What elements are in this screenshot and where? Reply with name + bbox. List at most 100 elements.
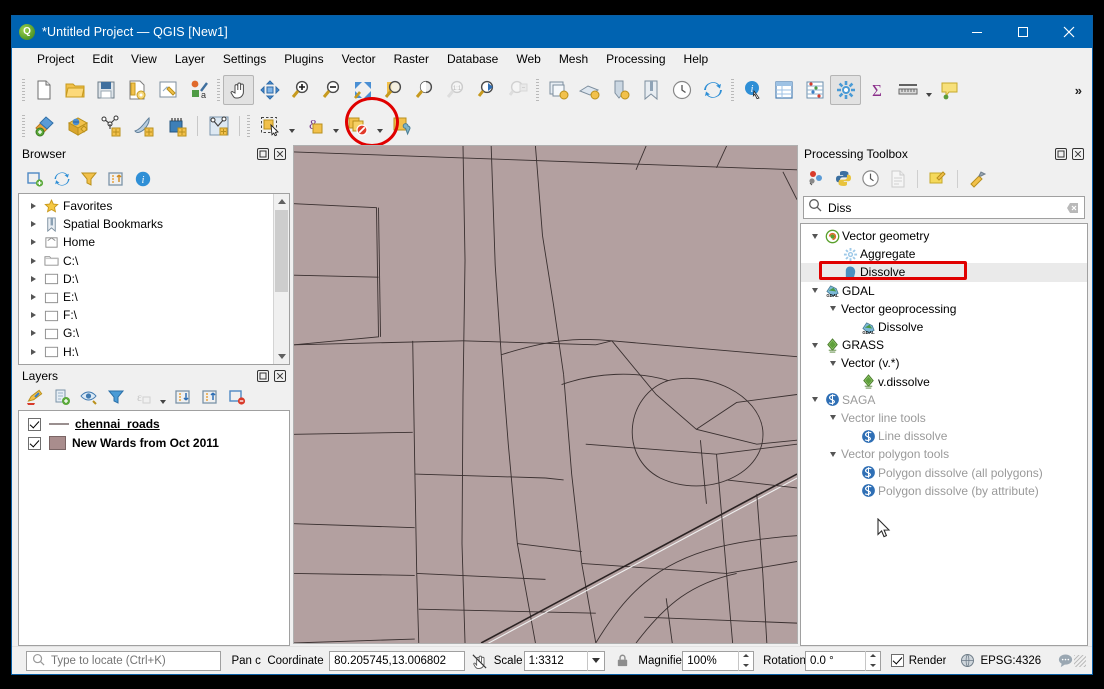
add-layer-icon[interactable] <box>28 112 61 140</box>
browser-item-home[interactable]: Home <box>19 233 289 251</box>
browser-scrollbar[interactable] <box>273 194 289 364</box>
toolbar-handle-4[interactable] <box>731 79 734 101</box>
browser-item-favorites[interactable]: Favorites <box>19 197 289 215</box>
browser-tree[interactable]: Favorites Spatial Bookmarks <box>18 193 290 365</box>
attribute-table-icon[interactable] <box>768 75 799 105</box>
menu-database[interactable]: Database <box>438 49 507 70</box>
show-bookmarks-icon[interactable] <box>635 75 666 105</box>
maximize-icon[interactable] <box>1000 16 1046 48</box>
processing-group-grass[interactable]: GRASS <box>801 336 1087 354</box>
resize-grip[interactable] <box>1074 655 1086 667</box>
processing-algorithm-tree[interactable]: Vector geometry Aggregate Dissolve <box>800 223 1088 646</box>
scale-field[interactable]: 1:3312 <box>524 651 606 671</box>
scroll-up-icon[interactable] <box>274 194 289 209</box>
processing-subgroup-vector-v[interactable]: Vector (v.*) <box>801 354 1087 372</box>
menu-mesh[interactable]: Mesh <box>550 49 597 70</box>
new-shapefile-layer-icon[interactable] <box>94 112 127 140</box>
history-icon[interactable] <box>858 166 883 191</box>
expand-arrow-icon[interactable] <box>25 239 41 245</box>
scroll-down-icon[interactable] <box>274 349 289 364</box>
select-features-icon[interactable] <box>253 112 286 140</box>
layers-tree[interactable]: chennai_roads New Wards from Oct 2011 <box>18 410 290 646</box>
expand-arrow-icon[interactable] <box>25 221 41 227</box>
processing-subgroup-vector-line-tools[interactable]: Vector line tools <box>801 409 1087 427</box>
collapse-all-icon[interactable] <box>197 385 222 410</box>
new-map-view-icon[interactable] <box>542 75 573 105</box>
properties-icon[interactable]: i <box>130 166 155 191</box>
browser-item-spatial-bookmarks[interactable]: Spatial Bookmarks <box>19 215 289 233</box>
zoom-in-icon[interactable] <box>285 75 316 105</box>
render-toggle[interactable]: Render <box>891 654 947 667</box>
browser-item-drive-g[interactable]: G:\ <box>19 324 289 342</box>
search-input[interactable] <box>828 201 1060 215</box>
new-virtual-layer-icon[interactable] <box>202 112 235 140</box>
edit-model-icon[interactable] <box>925 166 950 191</box>
remove-layer-icon[interactable] <box>224 385 249 410</box>
globe-icon[interactable] <box>960 653 975 668</box>
processing-toolbox-icon[interactable] <box>830 75 861 105</box>
options-icon[interactable] <box>965 166 990 191</box>
menu-raster[interactable]: Raster <box>385 49 438 70</box>
collapse-arrow-icon[interactable] <box>825 361 841 366</box>
pan-map-icon[interactable] <box>223 75 254 105</box>
models-icon[interactable] <box>804 166 829 191</box>
measure-dropdown-caret-icon[interactable] <box>923 76 934 104</box>
toolbar-handle-3[interactable] <box>536 79 539 101</box>
statistical-summary-icon[interactable]: Σ <box>861 75 892 105</box>
temporal-controller-icon[interactable] <box>666 75 697 105</box>
deselect-dropdown-caret-icon[interactable] <box>374 112 385 140</box>
zoom-layer-icon[interactable] <box>409 75 440 105</box>
pan-to-selection-icon[interactable] <box>254 75 285 105</box>
close-panel-icon[interactable] <box>273 369 287 383</box>
processing-group-vector-geometry[interactable]: Vector geometry <box>801 227 1087 245</box>
expand-arrow-icon[interactable] <box>25 276 41 282</box>
add-selected-layers-icon[interactable] <box>22 166 47 191</box>
collapse-arrow-icon[interactable] <box>807 397 823 402</box>
close-icon[interactable] <box>1046 16 1092 48</box>
add-group-icon[interactable] <box>49 385 74 410</box>
toggle-extents-icon[interactable] <box>471 652 488 669</box>
rotation-stepper[interactable] <box>865 651 880 671</box>
open-project-icon[interactable] <box>59 75 90 105</box>
menu-help[interactable]: Help <box>675 49 718 70</box>
browser-item-drive-c[interactable]: C:\ <box>19 252 289 270</box>
clear-icon[interactable] <box>1066 201 1080 215</box>
render-checkbox[interactable] <box>891 654 904 667</box>
processing-algorithm-polygon-dissolve-attr[interactable]: Polygon dissolve (by attribute) <box>801 482 1087 500</box>
style-manager-icon[interactable] <box>152 75 183 105</box>
field-calculator-icon[interactable] <box>799 75 830 105</box>
results-viewer-icon[interactable] <box>885 166 910 191</box>
collapse-arrow-icon[interactable] <box>807 343 823 348</box>
menu-web[interactable]: Web <box>507 49 549 70</box>
browser-item-drive-e[interactable]: E:\ <box>19 288 289 306</box>
filter-browser-icon[interactable] <box>76 166 101 191</box>
collapse-arrow-icon[interactable] <box>825 452 841 457</box>
processing-algorithm-aggregate[interactable]: Aggregate <box>801 245 1087 263</box>
processing-subgroup-vector-polygon-tools[interactable]: Vector polygon tools <box>801 445 1087 463</box>
zoom-native-icon[interactable]: 1:1 <box>440 75 471 105</box>
new-memory-layer-icon[interactable] <box>160 112 193 140</box>
menu-settings[interactable]: Settings <box>214 49 275 70</box>
map-canvas[interactable] <box>294 146 797 643</box>
rotation-field[interactable]: 0.0 ° <box>805 651 881 671</box>
float-panel-icon[interactable] <box>256 147 270 161</box>
expand-arrow-icon[interactable] <box>25 203 41 209</box>
magnifier-field[interactable]: 100% <box>682 651 754 671</box>
data-source-manager-icon[interactable]: a <box>183 75 214 105</box>
collapse-arrow-icon[interactable] <box>825 415 841 420</box>
layer-item-chennai-roads[interactable]: chennai_roads <box>19 415 289 434</box>
toolbar-handle[interactable] <box>22 79 25 101</box>
refresh-icon[interactable] <box>49 166 74 191</box>
zoom-next-icon[interactable] <box>502 75 533 105</box>
layer-visibility-checkbox[interactable] <box>28 418 41 431</box>
menu-view[interactable]: View <box>122 49 166 70</box>
expand-arrow-icon[interactable] <box>25 349 41 355</box>
minimize-icon[interactable] <box>954 16 1000 48</box>
map-canvas-frame[interactable] <box>293 145 798 644</box>
python-scripts-icon[interactable] <box>831 166 856 191</box>
close-panel-icon[interactable] <box>1071 147 1085 161</box>
expand-arrow-icon[interactable] <box>25 330 41 336</box>
expand-all-icon[interactable] <box>170 385 195 410</box>
menu-project[interactable]: Project <box>28 49 83 70</box>
close-panel-icon[interactable] <box>273 147 287 161</box>
